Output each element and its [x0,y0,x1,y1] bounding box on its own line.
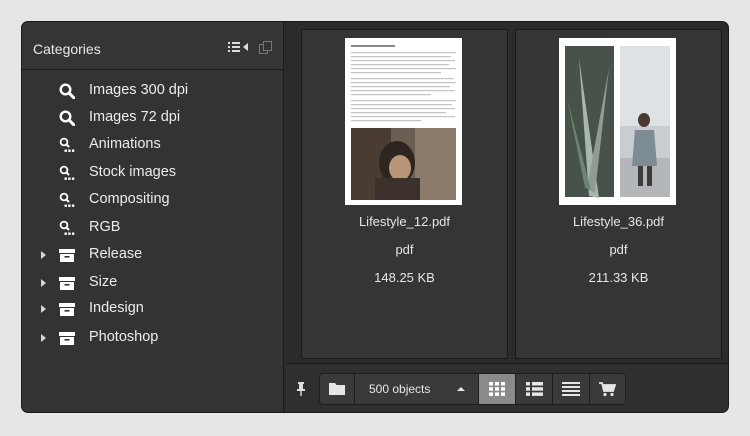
pin-icon[interactable] [296,382,306,396]
sidebar-item-label: RGB [89,219,121,235]
list-view-button[interactable] [516,374,553,404]
sidebar-title: Categories [33,41,101,57]
sidebar-item-stock-images[interactable]: Stock images [22,161,283,185]
archive-box-icon [59,330,75,346]
sidebar-item-label: Size [89,274,118,290]
expand-arrow-icon[interactable] [41,251,46,259]
sidebar-item-compositing[interactable]: Compositing [22,188,283,212]
search-dots-icon [59,220,75,236]
sidebar-item-label: Compositing [89,191,170,207]
categories-sidebar: Categories Images 300 dpi Images 72 dpi An… [22,22,284,412]
file-browser: Lifestyle_12.pdf pdf 148.25 KB Lifestyle… [286,22,728,412]
search-dots-icon [59,165,75,181]
lines-icon [562,382,580,396]
sidebar-item-label: Release [89,246,143,262]
file-type: pdf [609,242,628,257]
sidebar-item-indesign[interactable]: Indesign [22,297,283,321]
file-thumbnail [559,38,676,205]
search-icon [59,83,76,100]
sidebar-item-label: Stock images [89,164,177,180]
view-controls: 500 objects [319,373,626,405]
file-size: 148.25 KB [374,270,435,285]
sidebar-item-animations[interactable]: Animations [22,133,283,157]
sidebar-item-label: Images 300 dpi [89,82,189,98]
sidebar-item-rgb[interactable]: RGB [22,216,283,240]
folder-icon [329,383,345,395]
sidebar-item-photoshop[interactable]: Photoshop [22,326,283,350]
compact-list-button[interactable] [553,374,590,404]
grid-icon [489,382,505,396]
file-name: Lifestyle_36.pdf [572,214,665,229]
sidebar-item-images-300-dpi[interactable]: Images 300 dpi [22,79,283,103]
file-size: 211.33 KB [588,270,649,285]
app-window: Categories Images 300 dpi Images 72 dpi An… [22,22,728,412]
details-list-icon [526,382,543,396]
sidebar-header: Categories [22,22,283,70]
expand-arrow-icon[interactable] [41,334,46,342]
file-name: Lifestyle_12.pdf [358,214,451,229]
folder-button[interactable] [320,374,355,404]
sidebar-item-release[interactable]: Release [22,243,283,267]
file-card[interactable]: Lifestyle_36.pdf pdf 211.33 KB [515,29,722,359]
file-card[interactable]: Lifestyle_12.pdf pdf 148.25 KB [301,29,508,359]
bottom-toolbar: 500 objects [286,363,728,412]
archive-box-icon [59,247,75,263]
search-dots-icon [59,192,75,208]
expand-arrow-icon[interactable] [41,305,46,313]
search-icon [59,110,76,127]
sidebar-item-images-72-dpi[interactable]: Images 72 dpi [22,106,283,130]
file-type: pdf [395,242,414,257]
list-collapse-icon[interactable] [228,41,250,53]
object-count-dropdown[interactable]: 500 objects [355,374,479,404]
object-count-label: 500 objects [369,382,431,396]
archive-box-icon [59,301,75,317]
grid-view-button[interactable] [479,374,516,404]
archive-box-icon [59,275,75,291]
sidebar-item-label: Indesign [89,300,144,316]
sidebar-item-label: Animations [89,136,161,152]
sidebar-item-label: Photoshop [89,329,159,345]
caret-up-icon [457,387,465,391]
sidebar-item-size[interactable]: Size [22,271,283,295]
cart-icon [599,382,616,397]
file-thumbnail [345,38,462,205]
sidebar-item-label: Images 72 dpi [89,109,181,125]
cart-button[interactable] [590,374,625,404]
expand-arrow-icon[interactable] [41,279,46,287]
search-dots-icon [59,137,75,153]
duplicate-icon[interactable] [259,41,272,54]
